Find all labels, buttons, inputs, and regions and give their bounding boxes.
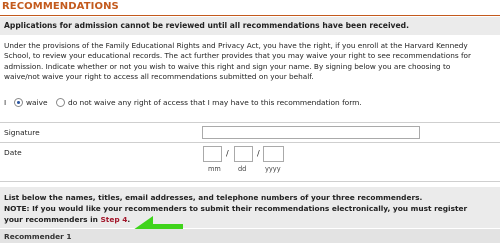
waiver-options: I waive do not waive any right of access… xyxy=(4,97,496,109)
do-not-waive-radio-label[interactable]: do not waive any right of access that I … xyxy=(68,98,362,107)
date-month-hint: mm xyxy=(208,165,221,173)
date-day-input[interactable] xyxy=(234,146,253,162)
step-4-link[interactable]: Step 4 xyxy=(100,215,127,224)
date-month-input[interactable] xyxy=(203,146,222,162)
waive-radio-label[interactable]: waive xyxy=(26,98,48,107)
date-label: Date xyxy=(4,148,22,157)
date-year-input[interactable] xyxy=(263,146,284,162)
do-not-waive-radio[interactable] xyxy=(56,98,65,107)
notice-text: Applications for admission cannot be rev… xyxy=(4,21,409,30)
privacy-paragraph: Under the provisions of the Family Educa… xyxy=(4,41,496,82)
instructions-line: List below the names, titles, email addr… xyxy=(4,193,423,202)
notice-banner: Applications for admission cannot be rev… xyxy=(0,17,500,35)
section-header: RECOMMENDATIONS xyxy=(0,0,500,15)
section-title: RECOMMENDATIONS xyxy=(2,1,119,12)
instructions-step-prefix: your recommenders in xyxy=(4,215,98,224)
form-divider xyxy=(0,122,500,123)
privacy-line: Under the provisions of the Family Educa… xyxy=(4,41,468,50)
waiver-prefix: I xyxy=(4,98,7,107)
form-divider xyxy=(0,142,500,143)
recommender-heading-bar: Recommender 1 xyxy=(0,229,500,243)
instructions-line: your recommenders in Step 4. xyxy=(4,215,130,224)
form-divider xyxy=(0,181,500,182)
instructions-note: NOTE: If you would like your recommender… xyxy=(4,204,468,213)
date-separator: / xyxy=(257,149,260,158)
privacy-line: waive/not waive your right to access all… xyxy=(4,71,314,81)
date-separator: / xyxy=(226,149,229,158)
signature-input[interactable] xyxy=(202,126,420,139)
date-day-hint: dd xyxy=(238,165,247,173)
date-year-hint: yyyy xyxy=(265,165,281,173)
section-title-rule xyxy=(0,15,500,16)
privacy-line: admission. Indicate whether or not you w… xyxy=(4,61,451,71)
recommender-heading: Recommender 1 xyxy=(4,232,72,241)
signature-label: Signature xyxy=(4,128,40,137)
recommender-instructions: List below the names, titles, email addr… xyxy=(0,187,500,228)
privacy-line: School, to review your educational recor… xyxy=(4,51,472,61)
waive-radio[interactable] xyxy=(14,98,23,107)
